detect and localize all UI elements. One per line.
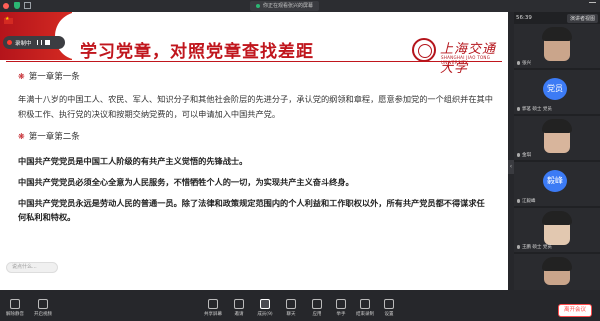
section-heading-2: ❋ 第一章第二条 [18, 130, 500, 143]
unmute-button[interactable]: 解除静音 [4, 299, 26, 317]
settings-button[interactable]: 设置 [378, 299, 400, 317]
meeting-toolbar: 解除静音 开启视频 共享屏幕 邀请 成员(9) 聊天 应用 举手 结束录制 设置… [0, 290, 600, 321]
window-buttons [589, 2, 596, 3]
chat-button[interactable]: 聊天 [280, 299, 302, 317]
participant-video [542, 211, 572, 245]
participant-avatar: 党员 [543, 78, 567, 100]
university-seal-icon [412, 38, 436, 62]
stop-recording-icon[interactable] [44, 40, 50, 45]
mic-muted-icon [10, 299, 20, 309]
leave-meeting-button[interactable]: 离开会议 [557, 304, 592, 317]
close-window-icon[interactable] [3, 3, 9, 9]
participant-tile[interactable]: 金琪 [514, 116, 600, 160]
security-shield-icon[interactable] [14, 2, 20, 9]
participant-video [542, 27, 572, 61]
article-line-3: 中国共产党党员永远是劳动人民的普通一员。除了法律和政策规定范围内的个人利益和工作… [18, 198, 485, 222]
section-heading-1-text: 第一章第一条 [28, 72, 80, 82]
university-logo-english: SHANGHAI JIAO TONG UNIVERSITY [441, 55, 491, 65]
record-icon [360, 299, 370, 309]
article-line-2: 中国共产党党员必须全心全意为人民服务，不惜牺牲个人的一切，为实现共产主义奋斗终身… [18, 177, 354, 187]
participant-panel: 56:39 演讲者视图 张兴 党员 郭茗 硕士 党员 金琪 毅峰 江毅峰 王鹏 … [514, 12, 600, 290]
share-screen-icon [208, 299, 218, 309]
recording-indicator: 录制中 [3, 36, 65, 49]
share-status-text: 你正在观看张兴的屏幕 [263, 3, 314, 9]
article-line-1: 中国共产党党员是中国工人阶级的有共产主义觉悟的先锋战士。 [18, 156, 248, 166]
section-heading-2-text: 第一章第二条 [28, 132, 80, 142]
meeting-timer: 56:39 [516, 15, 532, 21]
section-heading-1: ❋ 第一章第一条 [18, 70, 500, 83]
pause-recording-icon[interactable] [36, 40, 42, 45]
mic-icon [517, 107, 520, 111]
mic-icon [517, 61, 520, 65]
panel-header: 56:39 演讲者视图 [514, 13, 600, 23]
section-1-body: 年满十八岁的中国工人、农民、军人、知识分子和其他社会阶层的先进分子，承认党的纲领… [18, 94, 493, 119]
participant-tile[interactable] [514, 254, 600, 290]
minimize-icon[interactable] [589, 2, 596, 3]
recording-dot-icon [7, 40, 12, 45]
video-off-icon [38, 299, 48, 309]
share-screen-button[interactable]: 共享屏幕 [202, 299, 224, 317]
participant-video [542, 257, 572, 285]
bullet-icon: ❋ [18, 131, 25, 141]
invite-button[interactable]: 邀请 [228, 299, 250, 317]
slide-title: 学习党章，对照党章查找差距 [80, 42, 314, 62]
members-icon [260, 299, 270, 309]
apps-icon [312, 299, 322, 309]
view-switch-button[interactable]: 演讲者视图 [566, 13, 598, 23]
participant-tile[interactable]: 王鹏 硕士 党员 [514, 208, 600, 252]
shared-screen: 学习党章，对照党章查找差距 上海交通大学 SHANGHAI JIAO TONG … [0, 12, 508, 290]
participant-tile[interactable]: 毅峰 江毅峰 [514, 162, 600, 206]
raise-hand-icon [336, 299, 346, 309]
stop-recording-button[interactable]: 结束录制 [354, 299, 376, 317]
title-bar: 你正在观看张兴的屏幕 [0, 0, 600, 12]
participant-name: 金琪 [517, 152, 531, 158]
slide-content: ❋ 第一章第一条 年满十八岁的中国工人、农民、军人、知识分子和其他社会阶层的先进… [18, 70, 500, 224]
members-button[interactable]: 成员(9) [254, 299, 276, 317]
flag-icon [4, 16, 13, 24]
meeting-window: 你正在观看张兴的屏幕 学习党章，对照党章查找差距 上海交通大学 SHANGHAI… [0, 0, 600, 321]
participant-avatar: 毅峰 [543, 170, 567, 192]
sharing-indicator-icon [256, 4, 260, 8]
participant-video [542, 119, 572, 153]
recording-label: 录制中 [15, 40, 32, 47]
settings-icon [384, 299, 394, 309]
mic-icon [517, 153, 520, 157]
raise-hand-button[interactable]: 举手 [330, 299, 352, 317]
apps-button[interactable]: 应用 [306, 299, 328, 317]
bullet-icon: ❋ [18, 71, 25, 81]
slide-header: 学习党章，对照党章查找差距 上海交通大学 SHANGHAI JIAO TONG … [0, 12, 508, 76]
participant-tile[interactable]: 张兴 [514, 24, 600, 68]
participant-tile[interactable]: 党员 郭茗 硕士 党员 [514, 70, 600, 114]
participant-name: 郭茗 硕士 党员 [517, 106, 552, 112]
chat-icon [286, 299, 296, 309]
participant-name: 江毅峰 [517, 198, 536, 204]
window-controls [3, 3, 9, 9]
title-divider [6, 61, 502, 62]
chat-input[interactable]: 说点什么... [6, 262, 58, 273]
invite-icon [234, 299, 244, 309]
mic-icon [517, 245, 520, 249]
screen-share-status[interactable]: 你正在观看张兴的屏幕 [250, 1, 320, 11]
participant-name: 张兴 [517, 60, 531, 66]
meeting-info-icon[interactable] [24, 2, 31, 9]
mic-icon [517, 199, 520, 203]
start-video-button[interactable]: 开启视频 [32, 299, 54, 317]
participant-name: 王鹏 硕士 党员 [517, 244, 552, 250]
